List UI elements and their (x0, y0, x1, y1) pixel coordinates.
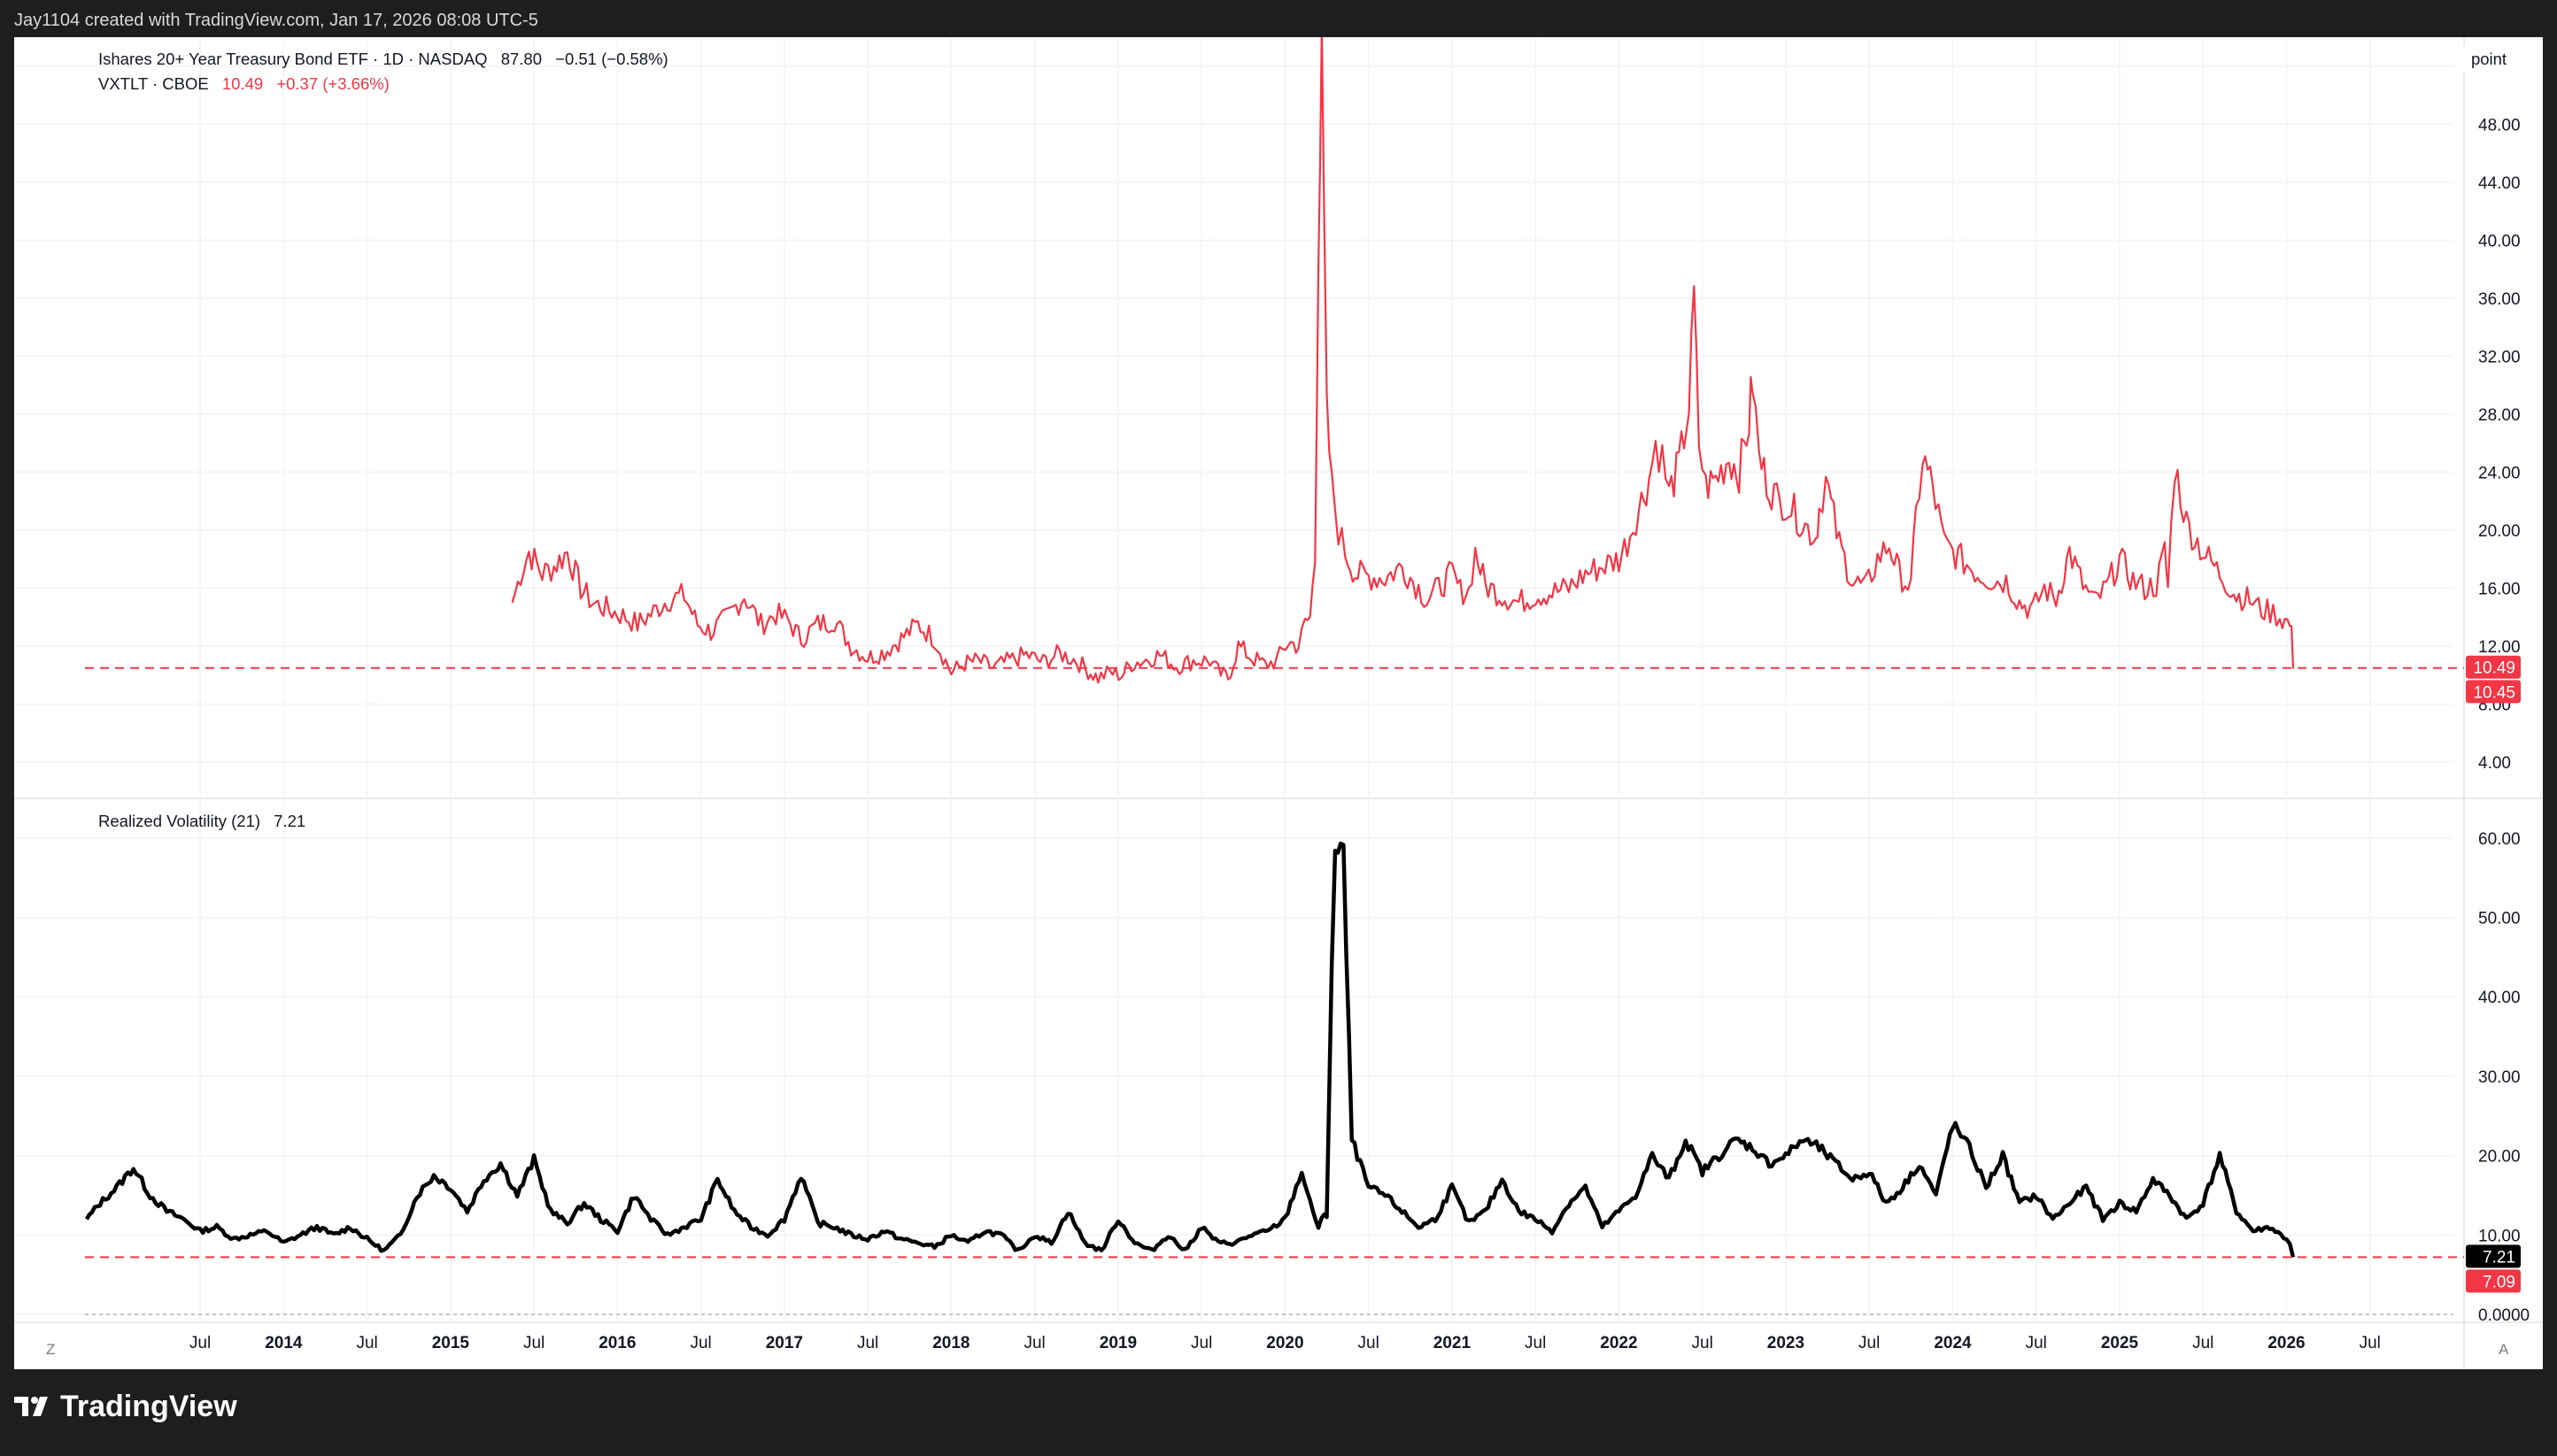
y-tick-label: 24.00 (2478, 464, 2521, 482)
overlay-legend: VXTLT · CBOE 10.49 +0.37 (+3.66%) (98, 74, 398, 94)
chart-frame: Jul 2014 Jul 2015 Jul 2016 Jul 2017 Jul 2018 Jul 20… (14, 37, 2543, 1369)
y-tick-label: 4.00 (2478, 754, 2511, 773)
y-tick-label: 40.00 (2478, 989, 2521, 1007)
y-tick-label: 30.00 (2478, 1068, 2521, 1087)
x-tick-label: Jul (189, 1334, 211, 1352)
footer-brand-text: TradingView (60, 1390, 237, 1423)
x-tick-label: 2024 (1934, 1334, 1972, 1352)
x-tick-label: 2016 (599, 1334, 636, 1352)
y-tick-label: 0.0000 (2478, 1306, 2530, 1325)
x-tick-label: 2025 (2101, 1334, 2139, 1352)
y-tick-label: 60.00 (2478, 830, 2521, 849)
x-tick-label: 2022 (1600, 1334, 1637, 1352)
x-tick-label: Jul (2192, 1334, 2213, 1352)
x-tick-label: Jul (690, 1334, 711, 1352)
main-symbol[interactable]: Ishares 20+ Year Treasury Bond ETF · 1D … (98, 50, 488, 68)
y-tick-label: 10.00 (2478, 1227, 2521, 1245)
y-tick-label: 50.00 (2478, 910, 2521, 928)
x-tick-label: Jul (1525, 1334, 1546, 1352)
overlay-change: +0.37 (+3.66%) (276, 74, 390, 93)
overlay-last: 10.49 (221, 74, 264, 93)
x-tick-label: Jul (356, 1334, 377, 1352)
y-tick-label: 48.00 (2478, 116, 2521, 135)
x-tick-label: 2020 (1266, 1334, 1303, 1352)
main-last: 87.80 (500, 50, 543, 68)
x-tick-label: Jul (2360, 1334, 2381, 1352)
x-tick-label: 2021 (1433, 1334, 1472, 1352)
y-tick-label: 16.00 (2478, 580, 2521, 598)
y-tick-label: 32.00 (2478, 348, 2521, 366)
x-tick-label: Jul (2026, 1334, 2047, 1352)
chart-canvas[interactable]: Jul 2014 Jul 2015 Jul 2016 Jul 2017 Jul 2018 Jul 20… (14, 37, 2543, 1369)
chart-background (14, 37, 2543, 1369)
y-tick-label: 36.00 (2478, 290, 2521, 309)
x-tick-label: 2018 (932, 1334, 969, 1352)
x-tick-label: Jul (1191, 1334, 1212, 1352)
rv-value: 7.21 (274, 812, 306, 830)
x-tick-label: 2015 (432, 1334, 470, 1352)
x-tick-label: Jul (857, 1334, 878, 1352)
y-tick-label: 20.00 (2478, 522, 2521, 541)
overlay-symbol[interactable]: VXTLT · CBOE (98, 74, 209, 93)
y-tick-label: 20.00 (2478, 1148, 2521, 1167)
rv-price-label: 7.09 (2483, 1273, 2515, 1291)
x-tick-label: 2014 (265, 1334, 303, 1352)
main-change: −0.51 (−0.58%) (555, 50, 668, 68)
y-tick-label: 12.00 (2478, 638, 2521, 657)
y-tick-label: 28.00 (2478, 406, 2521, 425)
x-tick-label: Jul (1024, 1334, 1045, 1352)
header-bar: Jay1104 created with TradingView.com, Ja… (0, 0, 2557, 37)
rv-price-label: 7.21 (2483, 1248, 2515, 1267)
y-tick-label: 40.00 (2478, 232, 2521, 250)
x-tick-label: 2026 (2267, 1334, 2305, 1352)
x-tick-label: 2023 (1767, 1334, 1804, 1352)
x-tick-label: 2019 (1100, 1334, 1137, 1352)
credit-text: Jay1104 created with TradingView.com, Ja… (14, 11, 538, 30)
x-tick-label: Jul (1858, 1334, 1880, 1352)
main-legend: Ishares 20+ Year Treasury Bond ETF · 1D … (98, 50, 677, 69)
x-tick-label: 2017 (766, 1334, 803, 1352)
vxtlt-price-label: 10.45 (2473, 683, 2515, 702)
tradingview-logo-icon (14, 1397, 48, 1416)
rv-legend: Realized Volatility (21) 7.21 (98, 812, 314, 831)
x-tick-label: Jul (1358, 1334, 1379, 1352)
timezone-right-label[interactable]: A (2499, 1341, 2508, 1359)
x-tick-label: Jul (523, 1334, 545, 1352)
rv-name[interactable]: Realized Volatility (21) (98, 812, 260, 830)
x-tick-label: Jul (1692, 1334, 1713, 1352)
vxtlt-price-label: 10.49 (2473, 659, 2515, 678)
scale-mode-button[interactable]: point (2458, 46, 2520, 73)
y-tick-label: 44.00 (2478, 174, 2521, 193)
timezone-left-label[interactable]: Z (46, 1341, 55, 1359)
